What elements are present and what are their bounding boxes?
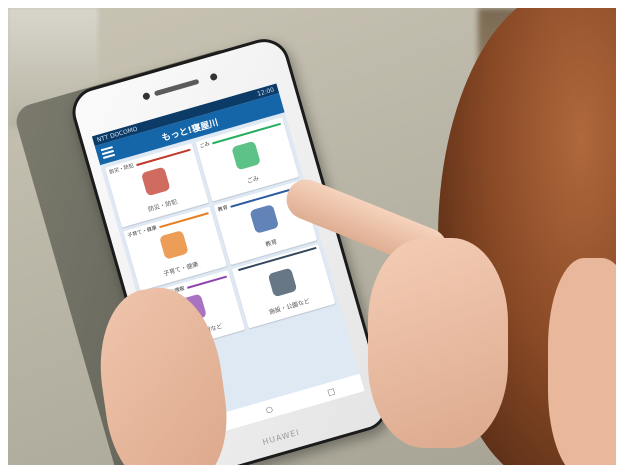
building-icon [267,267,298,298]
tile-header-text: ごみ [199,141,211,150]
recent-apps-icon[interactable]: □ [326,386,336,397]
recycle-mascot-icon [231,140,261,171]
blackboard-icon [249,204,280,234]
baby-icon [159,230,189,260]
home-icon[interactable]: ○ [265,404,274,415]
front-camera-icon [209,72,219,82]
tile-header-bar [186,275,227,289]
photo-scene: NTT DOCOMO 12:00 もっと!寝屋川 防災・防犯 防災・防犯 ごみ … [8,8,616,465]
tile-label: 施設・公園など [268,297,311,317]
phone-sensor [142,91,151,101]
bear-icon [140,166,171,197]
tile-header-text: 防災・防犯 [108,163,135,176]
tile-header-text: 子育て・健康 [126,225,158,240]
tile-header-text: 教育 [217,204,229,214]
person-face [548,258,616,465]
phone-speaker [153,78,200,97]
right-hand [368,238,508,448]
